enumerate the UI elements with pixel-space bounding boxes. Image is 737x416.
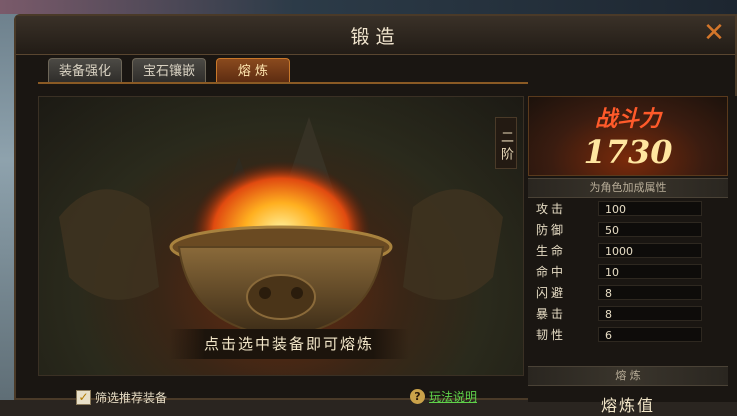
question-icon[interactable]: ?: [410, 389, 425, 404]
window-title: 锻造: [350, 26, 401, 48]
close-icon[interactable]: ✕: [701, 20, 727, 46]
attribute-row: 生命 1000: [528, 242, 728, 260]
attribute-row: 攻击 100: [528, 200, 728, 218]
rank-indicator: 二 阶: [495, 117, 517, 169]
attribute-name: 韧性: [536, 328, 567, 342]
attribute-value: 6: [598, 327, 702, 342]
tab-gem-inlay[interactable]: 宝石镶嵌: [132, 58, 206, 84]
forge-window: 锻造 ✕ 装备强化 宝石镶嵌 熔 炼 二 阶 点击选中装备即可熔炼 ✓ 筛选推荐…: [14, 14, 737, 415]
attribute-name: 生命: [536, 244, 567, 258]
combat-power-value: 1730: [583, 133, 673, 171]
filter-option[interactable]: ✓ 筛选推荐装备: [76, 388, 167, 406]
tab-equipment-enhance[interactable]: 装备强化: [48, 58, 122, 84]
attribute-row: 命中 10: [528, 263, 728, 281]
attribute-panel: 战斗力 1730 为角色加成属性 攻击 100 防御 50 生命 1000 命中…: [528, 96, 737, 415]
attribute-value: 50: [598, 222, 702, 237]
help-link[interactable]: 玩法说明: [429, 388, 477, 405]
attribute-name: 暴击: [536, 307, 567, 321]
filter-label: 筛选推荐装备: [95, 390, 168, 405]
attribute-value: 1000: [598, 243, 702, 258]
tab-smelt[interactable]: 熔 炼: [216, 58, 290, 84]
attributes-header: 为角色加成属性: [528, 178, 728, 198]
attribute-value: 8: [598, 306, 702, 321]
attribute-value: 10: [598, 264, 702, 279]
attribute-row: 防御 50: [528, 221, 728, 239]
title-bar: 锻造 ✕: [16, 16, 735, 55]
background-top: [0, 0, 737, 14]
attribute-row: 闪避 8: [528, 284, 728, 302]
tab-divider: [38, 82, 528, 84]
smelt-header: 熔 炼: [528, 366, 728, 386]
attribute-row: 韧性 6: [528, 326, 728, 344]
smelt-hint: 点击选中装备即可熔炼: [169, 329, 409, 359]
combat-power-label: 战斗力: [594, 107, 661, 132]
help-link-group[interactable]: ? 玩法说明: [410, 388, 477, 405]
attribute-row: 暴击 8: [528, 305, 728, 323]
smelt-value-label: 熔炼值: [600, 396, 655, 415]
attribute-value: 100: [598, 201, 702, 216]
attribute-name: 防御: [536, 223, 567, 237]
attribute-name: 命中: [536, 265, 567, 279]
smelting-stage[interactable]: 二 阶 点击选中装备即可熔炼: [38, 96, 524, 376]
attribute-value: 8: [598, 285, 702, 300]
attribute-name: 攻击: [536, 202, 567, 216]
attribute-name: 闪避: [536, 286, 567, 300]
combat-power: 战斗力 1730: [528, 96, 728, 176]
filter-checkbox[interactable]: ✓: [76, 389, 91, 405]
